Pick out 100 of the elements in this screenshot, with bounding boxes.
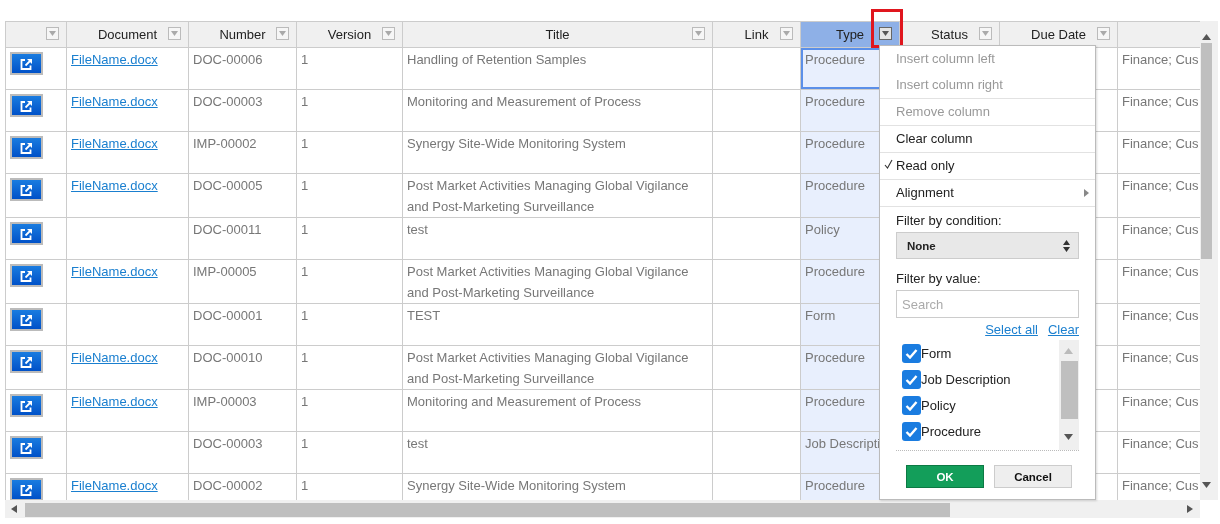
header-cell[interactable]	[5, 21, 67, 48]
external-link-icon	[20, 399, 33, 412]
open-button[interactable]	[10, 178, 43, 201]
file-link[interactable]: FileName.docx	[71, 394, 158, 409]
table-cell: Post Market Activities Managing Global Vigilance and Post-Marketing Surveillance	[402, 345, 713, 390]
table-cell: Post Market Activities Managing Global Vigilance and Post-Marketing Surveillance	[402, 259, 713, 304]
caret-icon	[882, 30, 889, 37]
open-button[interactable]	[10, 308, 43, 331]
value-option[interactable]: Procedure	[902, 418, 1079, 444]
table-cell: IMP-00005	[188, 259, 297, 304]
updown-arrow-icon	[1063, 239, 1070, 252]
caret-icon	[279, 30, 286, 37]
check-icon	[905, 347, 918, 359]
external-link-icon	[20, 313, 33, 326]
file-link[interactable]: FileName.docx	[71, 478, 158, 493]
horizontal-scrollbar[interactable]	[5, 500, 1200, 518]
open-button[interactable]	[10, 52, 43, 75]
select-all-link[interactable]: Select all	[985, 322, 1038, 337]
header-cell[interactable]: Link	[712, 21, 801, 48]
table-cell: 1	[296, 389, 403, 432]
open-button[interactable]	[10, 394, 43, 417]
filter-button[interactable]	[879, 27, 892, 40]
menu-item[interactable]: Alignment	[880, 180, 1095, 207]
table-cell: 1	[296, 303, 403, 346]
column-label: Number	[219, 27, 266, 42]
header-cell[interactable]: Version	[296, 21, 403, 48]
table-cell: Monitoring and Measurement of Process	[402, 389, 713, 432]
checkbox[interactable]	[902, 369, 921, 389]
file-link[interactable]: FileName.docx	[71, 52, 158, 67]
external-link-icon	[20, 99, 33, 112]
table-cell: IMP-00002	[188, 131, 297, 174]
value-option[interactable]: Policy	[902, 392, 1079, 418]
file-link[interactable]: FileName.docx	[71, 136, 158, 151]
open-button[interactable]	[10, 94, 43, 117]
scroll-arrow-icon[interactable]	[1064, 434, 1073, 440]
scroll-arrow-icon[interactable]	[1202, 33, 1211, 41]
table-cell: DOC-00001	[188, 303, 297, 346]
vertical-scrollbar[interactable]	[1200, 21, 1218, 500]
header-cell[interactable]	[1117, 21, 1200, 48]
column-label: Link	[744, 27, 769, 42]
open-button[interactable]	[10, 136, 43, 159]
open-button[interactable]	[10, 478, 43, 500]
header-cell[interactable]: Title	[402, 21, 713, 48]
external-link-icon	[20, 141, 33, 154]
value-option[interactable]: Job Description	[902, 366, 1079, 392]
scroll-arrow-icon[interactable]	[10, 505, 19, 513]
column-label: Version	[327, 27, 372, 42]
header-cell[interactable]: Number	[188, 21, 297, 48]
checkbox[interactable]	[902, 421, 921, 441]
file-link[interactable]: FileName.docx	[71, 264, 158, 279]
table-cell: TEST	[402, 303, 713, 346]
table-cell: DOC-00005	[188, 173, 297, 218]
file-link[interactable]: FileName.docx	[71, 94, 158, 109]
open-button[interactable]	[10, 350, 43, 373]
table-cell: 1	[296, 47, 403, 90]
table-cell: Synergy Site-Wide Monitoring System	[402, 131, 713, 174]
checkbox[interactable]	[902, 343, 921, 363]
column-label: Document	[97, 27, 158, 42]
table-cell: test	[402, 431, 713, 474]
external-link-icon	[20, 183, 33, 196]
caret-icon	[783, 30, 790, 37]
table-cell: IMP-00003	[188, 389, 297, 432]
menu-item[interactable]: Clear column	[880, 126, 1095, 153]
file-link[interactable]: FileName.docx	[71, 178, 158, 193]
check-icon	[905, 399, 918, 411]
caret-icon	[1100, 30, 1107, 37]
caret-icon	[171, 30, 178, 37]
open-button[interactable]	[10, 222, 43, 245]
table-cell: DOC-00010	[188, 345, 297, 390]
condition-select[interactable]: None	[896, 232, 1079, 259]
header-cell[interactable]: Due Date	[999, 21, 1118, 48]
list-scrollbar[interactable]	[1059, 340, 1079, 450]
menu-item[interactable]: Read only	[880, 153, 1095, 180]
table-cell: DOC-00003	[188, 89, 297, 132]
table-cell: 1	[296, 431, 403, 474]
table-cell: 1	[296, 173, 403, 218]
table-cell: 1	[296, 89, 403, 132]
caret-icon	[385, 30, 392, 37]
open-button[interactable]	[10, 436, 43, 459]
caret-icon	[49, 30, 56, 37]
value-option[interactable]: Form	[902, 340, 1079, 366]
submenu-arrow-icon	[1084, 189, 1089, 197]
external-link-icon	[20, 227, 33, 240]
table-cell: DOC-00006	[188, 47, 297, 90]
scroll-arrow-icon[interactable]	[1185, 505, 1194, 513]
table-cell: 1	[296, 345, 403, 390]
file-link[interactable]: FileName.docx	[71, 350, 158, 365]
header-cell[interactable]: Document	[66, 21, 189, 48]
external-link-icon	[20, 269, 33, 282]
search-field[interactable]: Search	[896, 290, 1079, 318]
clear-link[interactable]: Clear	[1047, 322, 1079, 337]
open-button[interactable]	[10, 264, 43, 287]
cancel-button[interactable]: Cancel	[994, 465, 1072, 488]
table-cell: test	[402, 217, 713, 260]
header-cell[interactable]: Type	[800, 21, 900, 48]
checkbox[interactable]	[902, 395, 921, 415]
external-link-icon	[20, 441, 33, 454]
caret-icon	[982, 30, 989, 37]
column-label: Title	[545, 27, 570, 42]
scroll-arrow-icon[interactable]	[1202, 481, 1211, 489]
